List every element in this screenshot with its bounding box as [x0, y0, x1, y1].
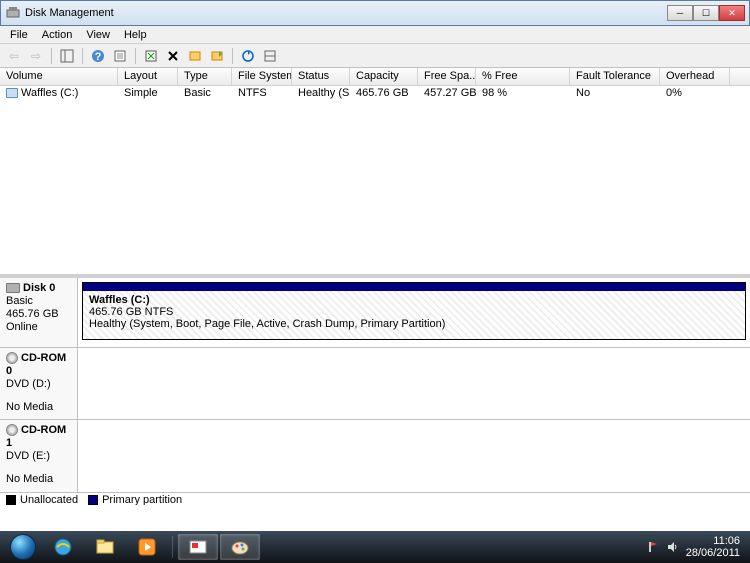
disk0-state: Online	[6, 321, 71, 334]
clock-date: 28/06/2011	[686, 547, 740, 559]
legend-unallocated-label: Unallocated	[20, 494, 78, 506]
volume-layout: Simple	[118, 86, 178, 102]
volume-overhead: 0%	[660, 86, 730, 102]
legend-primary: Primary partition	[88, 494, 182, 506]
volume-fault: No	[570, 86, 660, 102]
settings-button[interactable]	[185, 46, 205, 66]
col-header-volume[interactable]: Volume	[0, 68, 118, 85]
taskbar-paint[interactable]	[220, 534, 260, 560]
col-header-fault[interactable]: Fault Tolerance	[570, 68, 660, 85]
col-header-capacity[interactable]: Capacity	[350, 68, 418, 85]
col-header-status[interactable]: Status	[292, 68, 350, 85]
delete-button[interactable]	[163, 46, 183, 66]
partition-body: Waffles (C:) 465.76 GB NTFS Healthy (Sys…	[83, 291, 745, 339]
disk0-title: Disk 0	[23, 282, 55, 294]
minimize-button[interactable]: ─	[667, 5, 693, 21]
disk0-type: Basic	[6, 295, 71, 308]
taskbar-divider	[172, 536, 173, 558]
cdrom0-state: No Media	[6, 401, 71, 414]
volume-name: Waffles (C:)	[21, 87, 78, 99]
legend-unallocated: Unallocated	[6, 494, 78, 506]
menu-action[interactable]: Action	[36, 28, 79, 42]
toolbar: ⇦ ⇨ ?	[0, 44, 750, 68]
window-controls: ─ ☐ ✕	[667, 5, 745, 21]
clock-time: 11:06	[686, 535, 740, 547]
volume-type: Basic	[178, 86, 232, 102]
volume-free: 457.27 GB	[418, 86, 476, 102]
cdrom0-graphic-cell	[78, 348, 750, 419]
swatch-primary	[88, 495, 98, 505]
svg-text:?: ?	[95, 51, 102, 63]
col-header-freespace[interactable]: Free Spa...	[418, 68, 476, 85]
volume-pctfree: 98 %	[476, 86, 570, 102]
col-header-overhead[interactable]: Overhead	[660, 68, 730, 85]
cdrom1-drive: DVD (E:)	[6, 450, 71, 463]
cdrom-icon	[6, 352, 18, 364]
cdrom1-state: No Media	[6, 473, 71, 486]
partition-status: Healthy (System, Boot, Page File, Active…	[89, 318, 739, 330]
cdrom0-label-cell[interactable]: CD-ROM 0 DVD (D:) No Media	[0, 348, 78, 419]
taskbar-mediaplayer[interactable]	[127, 534, 167, 560]
volume-list-header: Volume Layout Type File System Status Ca…	[0, 68, 750, 86]
start-button[interactable]	[4, 531, 42, 563]
app-icon	[5, 5, 21, 21]
volume-icon	[6, 88, 18, 98]
partition-sizefs: 465.76 GB NTFS	[89, 306, 739, 318]
col-header-pctfree[interactable]: % Free	[476, 68, 570, 85]
menu-view[interactable]: View	[80, 28, 116, 42]
volume-status: Healthy (S...	[292, 86, 350, 102]
view-button[interactable]	[260, 46, 280, 66]
maximize-button[interactable]: ☐	[693, 5, 719, 21]
volume-capacity: 465.76 GB	[350, 86, 418, 102]
cdrom1-label-cell[interactable]: CD-ROM 1 DVD (E:) No Media	[0, 420, 78, 492]
taskbar-clock[interactable]: 11:06 28/06/2011	[686, 535, 740, 559]
graphical-view-pane: Disk 0 Basic 465.76 GB Online Waffles (C…	[0, 278, 750, 505]
volume-list-pane: Volume Layout Type File System Status Ca…	[0, 68, 750, 278]
disk0-label-cell[interactable]: Disk 0 Basic 465.76 GB Online	[0, 278, 78, 347]
titlebar: Disk Management ─ ☐ ✕	[0, 0, 750, 26]
partition-waffles[interactable]: Waffles (C:) 465.76 GB NTFS Healthy (Sys…	[82, 282, 746, 340]
col-header-layout[interactable]: Layout	[118, 68, 178, 85]
legend: Unallocated Primary partition	[0, 492, 750, 505]
volume-name-cell: Waffles (C:)	[0, 86, 118, 102]
col-header-filesystem[interactable]: File System	[232, 68, 292, 85]
rescan-button[interactable]	[238, 46, 258, 66]
disk0-size: 465.76 GB	[6, 308, 71, 321]
col-header-type[interactable]: Type	[178, 68, 232, 85]
taskbar-explorer[interactable]	[85, 534, 125, 560]
action-button[interactable]	[207, 46, 227, 66]
menubar: File Action View Help	[0, 26, 750, 44]
properties-button[interactable]	[110, 46, 130, 66]
partition-name: Waffles (C:)	[89, 294, 739, 306]
disk-row-cdrom1: CD-ROM 1 DVD (E:) No Media	[0, 420, 750, 492]
disk0-graphic-cell: Waffles (C:) 465.76 GB NTFS Healthy (Sys…	[78, 278, 750, 347]
disk-icon	[6, 283, 20, 293]
cdrom-icon	[6, 424, 18, 436]
tray-volume-icon[interactable]	[666, 540, 680, 554]
cdrom1-graphic-cell	[78, 420, 750, 492]
window-title: Disk Management	[25, 7, 667, 19]
menu-file[interactable]: File	[4, 28, 34, 42]
taskbar-app1[interactable]	[178, 534, 218, 560]
taskbar-ie[interactable]	[43, 534, 83, 560]
menu-help[interactable]: Help	[118, 28, 153, 42]
forward-button[interactable]: ⇨	[26, 46, 46, 66]
refresh-button[interactable]	[141, 46, 161, 66]
volume-row[interactable]: Waffles (C:) Simple Basic NTFS Healthy (…	[0, 86, 750, 102]
show-hide-console-button[interactable]	[57, 46, 77, 66]
disk-row-cdrom0: CD-ROM 0 DVD (D:) No Media	[0, 348, 750, 420]
legend-primary-label: Primary partition	[102, 494, 182, 506]
back-button[interactable]: ⇦	[4, 46, 24, 66]
close-button[interactable]: ✕	[719, 5, 745, 21]
partition-header-primary	[83, 283, 745, 291]
cdrom0-drive: DVD (D:)	[6, 378, 71, 391]
help-button[interactable]: ?	[88, 46, 108, 66]
volume-fs: NTFS	[232, 86, 292, 102]
system-tray: 11:06 28/06/2011	[646, 535, 746, 559]
tray-flag-icon[interactable]	[646, 540, 660, 554]
disk-row-disk0: Disk 0 Basic 465.76 GB Online Waffles (C…	[0, 278, 750, 348]
swatch-unallocated	[6, 495, 16, 505]
windows-logo-icon	[10, 534, 36, 560]
taskbar: 11:06 28/06/2011	[0, 531, 750, 563]
